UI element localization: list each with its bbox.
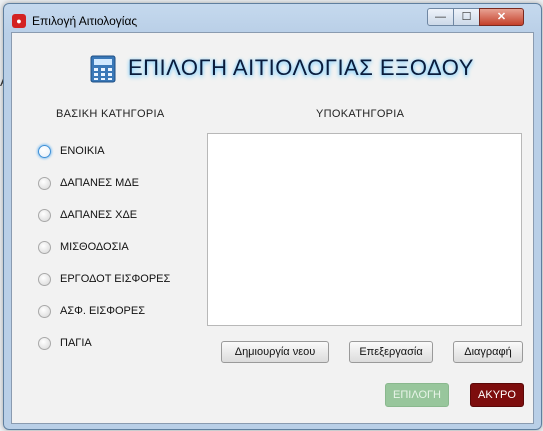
radio-button[interactable] [38,209,51,222]
radio-label: ΕΡΓΟΔΟΤ ΕΙΣΦΟΡΕΣ [60,273,171,285]
app-icon: ● [12,14,26,28]
maximize-button[interactable]: ☐ [453,8,480,26]
sub-category-label: ΥΠΟΚΑΤΗΓΟΡΙΑ [316,108,405,120]
radio-label: ΑΣΦ. ΕΙΣΦΟΡΕΣ [60,305,146,317]
select-button[interactable]: ΕΠΙΛΟΓΗ [385,383,449,407]
title-bar[interactable]: ● Επιλογή Αιτιολογίας — ☐ ✕ [4,4,541,35]
page-title: ΕΠΙΛΟΓΗ ΑΙΤΙΟΛΟΓΙΑΣ ΕΞΟΔΟΥ [128,55,474,80]
dialog-content: ΕΠΙΛΟΓΗ ΑΙΤΙΟΛΟΓΙΑΣ ΕΞΟΔΟΥ ΒΑΣΙΚΗ ΚΑΤΗΓΟ… [11,32,534,424]
create-new-button[interactable]: Δημιουργία νεου [221,341,329,363]
calculator-icon [90,55,116,83]
radio-button[interactable] [38,177,51,190]
radio-label: ΔΑΠΑΝΕΣ ΧΔΕ [60,209,138,221]
radio-label: ΜΙΣΘΟΔΟΣΙΑ [60,241,129,253]
dialog-window: ● Επιλογή Αιτιολογίας — ☐ ✕ ΕΠΙΛΟΓΗ ΑΙΤΙ… [3,3,542,430]
radio-button[interactable] [38,241,51,254]
radio-label: ΕΝΟΙΚΙΑ [60,145,105,157]
radio-button[interactable] [38,337,51,350]
subcategory-list[interactable] [207,133,522,326]
main-category-label: ΒΑΣΙΚΗ ΚΑΤΗΓΟΡΙΑ [56,108,165,120]
window-title: Επιλογή Αιτιολογίας [32,14,138,28]
radio-button[interactable] [38,305,51,318]
close-button[interactable]: ✕ [479,8,524,26]
radio-label: ΠΑΓΙΑ [60,337,92,349]
radio-button[interactable] [38,145,51,158]
minimize-button[interactable]: — [427,8,454,26]
edit-button[interactable]: Επεξεργασία [349,341,433,363]
cancel-button[interactable]: ΑΚΥΡΟ [470,383,524,407]
radio-button[interactable] [38,273,51,286]
radio-label: ΔΑΠΑΝΕΣ ΜΔΕ [60,177,139,189]
delete-button[interactable]: Διαγραφή [453,341,523,363]
